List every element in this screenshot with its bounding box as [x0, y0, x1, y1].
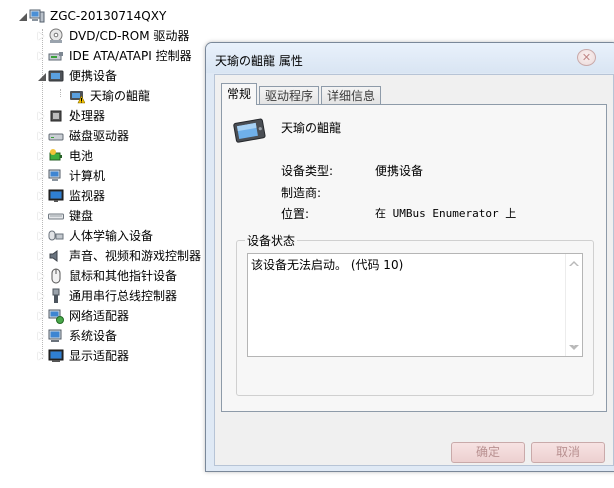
tree-item-ide[interactable]: IDE ATA/ATAPI 控制器	[37, 46, 192, 66]
tree-item-keyboard[interactable]: 键盘	[37, 206, 93, 226]
tree-item-portable[interactable]: 便携设备	[37, 66, 117, 86]
ide-controller-icon	[48, 48, 64, 64]
system-device-icon	[48, 328, 64, 344]
usb-icon	[48, 288, 64, 304]
tree-root[interactable]: ZGC-20130714QXY	[18, 6, 166, 26]
tree-item-system[interactable]: 系统设备	[37, 326, 117, 346]
expand-arrow-icon[interactable]	[37, 191, 45, 201]
tree-guide-line-sub	[60, 89, 61, 97]
tree-item-sound[interactable]: 声音、视频和游戏控制器	[37, 246, 201, 266]
expand-arrow-icon[interactable]	[37, 51, 45, 61]
tree-item-dvd[interactable]: DVD/CD-ROM 驱动器	[37, 26, 189, 46]
dvd-drive-icon	[48, 28, 64, 44]
device-name: 天瑜の齟龍	[281, 121, 342, 135]
tree-item-label: 声音、视频和游戏控制器	[69, 249, 202, 263]
tree-item-label: 计算机	[69, 169, 106, 183]
device-type-label: 设备类型:	[281, 164, 334, 178]
tree-root-label: ZGC-20130714QXY	[50, 9, 167, 23]
close-icon: ✕	[581, 51, 592, 64]
location-value: 在 UMBus Enumerator 上	[375, 207, 517, 220]
tree-item-label: 通用串行总线控制器	[69, 289, 178, 303]
close-button[interactable]: ✕	[577, 49, 596, 66]
monitor-icon	[48, 188, 64, 204]
scroll-down-arrow-icon[interactable]	[569, 343, 579, 350]
mouse-icon	[48, 268, 64, 284]
tree-item-usb[interactable]: 通用串行总线控制器	[37, 286, 177, 306]
expand-arrow-icon[interactable]	[37, 231, 45, 241]
portable-device-large-icon	[232, 117, 268, 145]
network-adapter-icon	[48, 308, 64, 324]
tree-item-label: 显示适配器	[69, 349, 130, 363]
location-label: 位置:	[281, 207, 310, 221]
expand-arrow-icon[interactable]	[37, 31, 45, 41]
manufacturer-label: 制造商:	[281, 186, 322, 200]
tree-item-label: 网络适配器	[69, 309, 130, 323]
disk-drive-icon	[48, 128, 64, 144]
portable-device-icon	[48, 68, 64, 84]
tree-item-computer[interactable]: 计算机	[37, 166, 105, 186]
tab-details[interactable]: 详细信息	[321, 86, 382, 105]
display-adapter-icon	[48, 348, 64, 364]
device-status-textbox[interactable]: 该设备无法启动。 (代码 10)	[247, 253, 583, 357]
tree-item-label: 便携设备	[69, 69, 118, 83]
tree-item-processor[interactable]: 处理器	[37, 106, 105, 126]
tab-strip: 常规 驱动程序 详细信息	[221, 83, 383, 105]
tree-item-label: 监视器	[69, 189, 106, 203]
computer-icon	[48, 168, 64, 184]
properties-dialog: 天瑜の齟龍 属性 ✕ 常规 驱动程序 详细信息 天瑜の齟龍 设备类型: 便携设备…	[205, 42, 614, 472]
battery-icon	[48, 148, 64, 164]
computer-root-icon	[29, 8, 45, 24]
status-scrollbar[interactable]	[565, 254, 582, 356]
dialog-body: 常规 驱动程序 详细信息 天瑜の齟龍 设备类型: 便携设备 制造商: 位置: 在…	[214, 74, 614, 466]
expand-arrow-icon[interactable]	[37, 171, 45, 181]
tree-item-label: DVD/CD-ROM 驱动器	[69, 29, 190, 43]
tree-item-battery[interactable]: 电池	[37, 146, 93, 166]
tab-driver[interactable]: 驱动程序	[259, 86, 320, 105]
expand-arrow-icon[interactable]	[37, 151, 45, 161]
tree-item-label: 系统设备	[69, 329, 118, 343]
tree-item-label: 处理器	[69, 109, 106, 123]
device-status-label: 设备状态	[245, 232, 298, 249]
expand-arrow-icon[interactable]	[37, 311, 45, 321]
tree-item-label: 人体学输入设备	[69, 229, 154, 243]
tree-item-disk[interactable]: 磁盘驱动器	[37, 126, 129, 146]
tree-item-mouse[interactable]: 鼠标和其他指针设备	[37, 266, 177, 286]
expand-arrow-icon[interactable]	[37, 131, 45, 141]
expand-arrow-icon[interactable]	[37, 331, 45, 341]
tree-item-label: IDE ATA/ATAPI 控制器	[69, 49, 192, 63]
tree-item-label: 鼠标和其他指针设备	[69, 269, 178, 283]
tree-item-device[interactable]: 天瑜の齟龍	[69, 86, 150, 106]
expand-arrow-icon[interactable]	[37, 291, 45, 301]
sound-icon	[48, 248, 64, 264]
cancel-button[interactable]: 取消	[531, 442, 605, 463]
tab-general[interactable]: 常规	[221, 83, 258, 105]
dialog-titlebar[interactable]: 天瑜の齟龍 属性 ✕	[206, 43, 614, 73]
dialog-title: 天瑜の齟龍 属性	[215, 54, 303, 68]
tab-panel-general: 天瑜の齟龍 设备类型: 便携设备 制造商: 位置: 在 UMBus Enumer…	[221, 104, 607, 412]
expand-arrow-icon[interactable]	[37, 111, 45, 121]
warning-device-icon	[69, 88, 86, 104]
tree-item-label: 磁盘驱动器	[69, 129, 130, 143]
device-status-text: 该设备无法启动。 (代码 10)	[251, 258, 404, 272]
tree-item-network[interactable]: 网络适配器	[37, 306, 129, 326]
device-status-group: 设备状态 该设备无法启动。 (代码 10)	[236, 232, 594, 396]
expand-arrow-icon[interactable]	[37, 351, 45, 361]
tree-item-monitor[interactable]: 监视器	[37, 186, 105, 206]
keyboard-icon	[48, 208, 64, 224]
scroll-up-arrow-icon[interactable]	[569, 261, 579, 266]
tree-item-display[interactable]: 显示适配器	[37, 346, 129, 366]
tree-item-label: 天瑜の齟龍	[90, 89, 151, 103]
hid-icon	[48, 228, 64, 244]
ok-button[interactable]: 确定	[451, 442, 525, 463]
expand-arrow-icon[interactable]	[37, 211, 45, 221]
expand-arrow-icon[interactable]	[37, 251, 45, 261]
tree-item-hid[interactable]: 人体学输入设备	[37, 226, 153, 246]
tree-item-label: 键盘	[69, 209, 94, 223]
expand-arrow-icon[interactable]	[37, 271, 45, 281]
collapse-arrow-icon[interactable]	[18, 11, 26, 21]
device-type-value: 便携设备	[375, 164, 424, 178]
tree-item-label: 电池	[69, 149, 94, 163]
processor-icon	[48, 108, 64, 124]
collapse-arrow-icon[interactable]	[37, 71, 45, 81]
